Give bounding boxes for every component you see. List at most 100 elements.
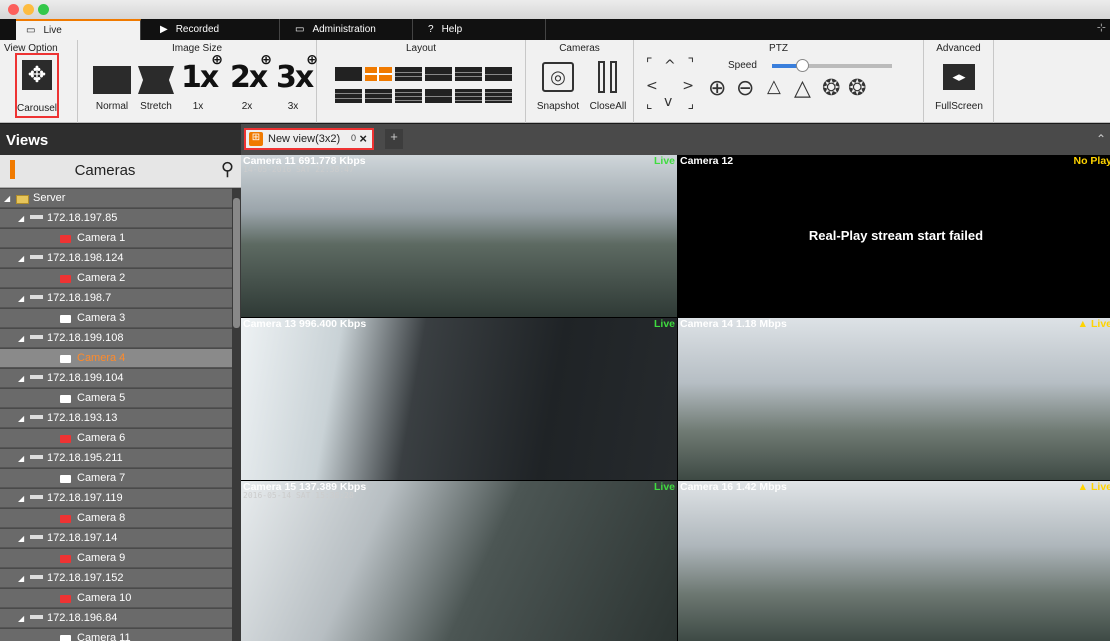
- camera-icon: [60, 635, 71, 641]
- layout-option-button[interactable]: [395, 67, 422, 81]
- tree-item-label: 172.18.197.85: [47, 212, 118, 224]
- carousel-button[interactable]: ✥ Carousel: [15, 53, 59, 118]
- pin-icon[interactable]: ⊹: [1097, 21, 1106, 34]
- tree-device[interactable]: ◢ 172.18.198.124: [0, 249, 232, 268]
- zoom-out-icon[interactable]: ⊖: [736, 76, 754, 101]
- tree-device[interactable]: ◢ 172.18.193.13: [0, 409, 232, 428]
- iris-close-icon[interactable]: ❂: [848, 76, 866, 101]
- ptz-direction-pad[interactable]: ⌜ ⌝ ^ < > v ⌞ ⌟: [646, 56, 694, 112]
- minimize-window-button[interactable]: [23, 4, 34, 15]
- tab-recorded-label: Recorded: [175, 24, 220, 35]
- layout-option-button[interactable]: [485, 89, 512, 103]
- tree-camera[interactable]: Camera 10: [0, 589, 232, 608]
- expand-arrow-icon[interactable]: ◢: [18, 614, 24, 623]
- focus-far-icon[interactable]: △: [794, 76, 811, 101]
- camera-tile[interactable]: Camera 13 996.400 Kbps Live: [241, 318, 677, 480]
- camera-tile[interactable]: Camera 14 1.18 Mbps ▲ Live: [678, 318, 1110, 480]
- zoom-2x-button[interactable]: 2x⊕: [230, 52, 276, 95]
- tree-device[interactable]: ◢ 172.18.198.7: [0, 289, 232, 308]
- iris-open-icon[interactable]: ❂: [822, 76, 840, 101]
- close-all-icon[interactable]: [596, 61, 620, 93]
- server-folder-icon: [16, 195, 29, 204]
- zoom-in-icon[interactable]: ⊕: [708, 76, 726, 101]
- tab-recorded[interactable]: ▶ Recorded: [150, 19, 280, 40]
- expand-arrow-icon[interactable]: ◢: [18, 414, 24, 423]
- tree-camera[interactable]: Camera 11: [0, 629, 232, 641]
- tab-administration[interactable]: ▭ Administration: [285, 19, 413, 40]
- focus-near-icon[interactable]: △: [767, 76, 781, 97]
- snapshot-icon[interactable]: ◎: [542, 62, 574, 92]
- tree-camera[interactable]: Camera 1: [0, 229, 232, 248]
- expand-arrow-icon[interactable]: ◢: [18, 574, 24, 583]
- tree-device[interactable]: ◢ 172.18.195.211: [0, 449, 232, 468]
- layout-option-button[interactable]: [425, 67, 452, 81]
- expand-arrow-icon[interactable]: ◢: [18, 334, 24, 343]
- tree-device[interactable]: ◢ 172.18.197.152: [0, 569, 232, 588]
- layout-option-button[interactable]: [395, 89, 422, 103]
- camera-icon: [60, 515, 71, 523]
- speed-slider-knob[interactable]: [796, 59, 809, 72]
- sidebar-scrollbar[interactable]: [232, 188, 241, 641]
- view-tab-new-view[interactable]: ⊞ New view(3x2) 0 ×: [244, 128, 374, 150]
- expand-arrow-icon[interactable]: ◢: [18, 254, 24, 263]
- tree-camera[interactable]: Camera 2: [0, 269, 232, 288]
- tree-camera[interactable]: Camera 4: [0, 349, 232, 368]
- expand-arrow-icon[interactable]: ◢: [18, 454, 24, 463]
- camera-tile[interactable]: Camera 12 No Play Real-Play stream start f…: [678, 155, 1110, 317]
- tree-device[interactable]: ◢ 172.18.197.119: [0, 489, 232, 508]
- camera-icon: [60, 475, 71, 483]
- expand-arrow-icon[interactable]: ◢: [18, 374, 24, 383]
- expand-arrow-icon[interactable]: ◢: [18, 214, 24, 223]
- camera-tile[interactable]: Camera 11 691.778 Kbps Live 14-05-2016 SAT…: [241, 155, 677, 317]
- tab-administration-label: Administration: [312, 24, 376, 35]
- tree-server[interactable]: ◢ Server: [0, 189, 232, 208]
- camera-tile[interactable]: Camera 16 1.42 Mbps ▲ Live: [678, 481, 1110, 641]
- close-tab-icon[interactable]: ×: [359, 131, 367, 146]
- video-grid: Camera 11 691.778 Kbps Live 14-05-2016 SAT…: [241, 155, 1110, 641]
- closeall-label: CloseAll: [589, 101, 627, 112]
- tree-camera[interactable]: Camera 7: [0, 469, 232, 488]
- close-window-button[interactable]: [8, 4, 19, 15]
- stretch-size-button[interactable]: [138, 66, 174, 94]
- fullscreen-icon[interactable]: ◂▸: [943, 64, 975, 90]
- layout-option-button[interactable]: [455, 89, 482, 103]
- camera-tile[interactable]: Camera 15 137.389 Kbps Live 2016-05-14 SAT…: [241, 481, 677, 641]
- normal-size-button[interactable]: [93, 66, 131, 94]
- layout-option-button[interactable]: [485, 67, 512, 81]
- expand-arrow-icon[interactable]: ◢: [18, 494, 24, 503]
- tree-camera[interactable]: Camera 5: [0, 389, 232, 408]
- tree-camera[interactable]: Camera 9: [0, 549, 232, 568]
- tab-live-label: Live: [43, 25, 62, 36]
- zoom-1x-button[interactable]: 1x⊕: [181, 52, 227, 95]
- camera-icon: [60, 355, 71, 363]
- maximize-window-button[interactable]: [38, 4, 49, 15]
- tree-device[interactable]: ◢ 172.18.199.108: [0, 329, 232, 348]
- tree-device[interactable]: ◢ 172.18.197.14: [0, 529, 232, 548]
- tree-device[interactable]: ◢ 172.18.197.85: [0, 209, 232, 228]
- expand-arrow-icon[interactable]: ◢: [18, 534, 24, 543]
- tree-device[interactable]: ◢ 172.18.199.104: [0, 369, 232, 388]
- layout-option-button[interactable]: [425, 89, 452, 103]
- layout-1x1-button[interactable]: [335, 67, 362, 81]
- expand-arrow-icon[interactable]: ◢: [18, 294, 24, 303]
- tree-camera[interactable]: Camera 3: [0, 309, 232, 328]
- tab-help[interactable]: ? Help: [418, 19, 546, 40]
- expand-arrow-icon[interactable]: ◢: [4, 194, 10, 203]
- layout-option-button[interactable]: [365, 89, 392, 103]
- layout-option-button[interactable]: [455, 67, 482, 81]
- tree-device[interactable]: ◢ 172.18.196.84: [0, 609, 232, 628]
- scrollbar-thumb[interactable]: [233, 198, 240, 328]
- speed-slider[interactable]: [772, 59, 892, 72]
- tree-camera[interactable]: Camera 6: [0, 429, 232, 448]
- search-icon[interactable]: ⚲: [221, 159, 234, 180]
- cameras-header-label: Cameras: [74, 162, 136, 179]
- chevron-up-icon[interactable]: ⌃: [1096, 132, 1106, 146]
- tab-live[interactable]: ▭ Live: [16, 19, 141, 40]
- zoom-3x-button[interactable]: 3x⊕: [276, 52, 322, 95]
- layout-option-button[interactable]: [335, 89, 362, 103]
- carousel-label: Carousel: [16, 103, 58, 114]
- group-title: Cameras: [559, 43, 600, 54]
- layout-3x2-button[interactable]: [365, 67, 392, 81]
- tree-camera[interactable]: Camera 8: [0, 509, 232, 528]
- add-view-button[interactable]: +: [385, 129, 403, 149]
